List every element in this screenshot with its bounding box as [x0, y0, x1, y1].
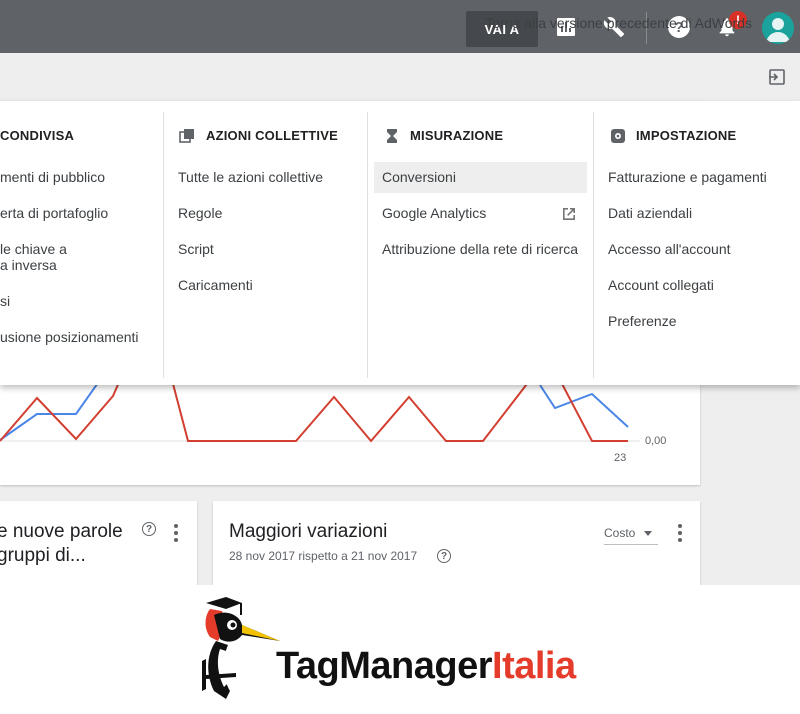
settings-gear-icon [610, 128, 626, 144]
brand-logo-part1: TagManager [276, 645, 493, 687]
brand-logo-part2: Italia [492, 645, 576, 687]
menu-item-pubblico[interactable]: menti di pubblico [0, 169, 105, 185]
account-avatar[interactable] [762, 12, 794, 44]
chart-series-blue [0, 380, 101, 441]
menu-item-attribuzione[interactable]: Attribuzione della rete di ricerca [382, 241, 578, 257]
menu-item-fatturazione[interactable]: Fatturazione e pagamenti [608, 169, 767, 185]
menu-column-divider [367, 112, 368, 378]
chart-y-axis-label: 0,00 [645, 435, 667, 447]
keywords-card-more-icon[interactable] [173, 524, 179, 542]
menu-item-account-collegati[interactable]: Account collegati [608, 277, 714, 293]
changes-card-more-icon[interactable] [677, 524, 683, 542]
menu-item-tutte-azioni[interactable]: Tutte le azioni collettive [178, 169, 323, 185]
keywords-help-icon[interactable]: ? [142, 522, 156, 536]
menu-item-caricamenti[interactable]: Caricamenti [178, 277, 253, 293]
metric-dropdown[interactable]: Costo [604, 526, 658, 545]
menu-column-divider [593, 112, 594, 378]
menu-column-divider [163, 112, 164, 378]
sub-bar [0, 53, 800, 101]
menu-item-google-analytics[interactable]: Google Analytics [382, 205, 486, 221]
menu-item-esclusione-posizionamenti[interactable]: usione posizionamenti [0, 329, 139, 345]
performance-chart [0, 380, 640, 443]
menu-item-dati-aziendali[interactable]: Dati aziendali [608, 205, 692, 221]
keywords-card-title-line2: gruppi di... [0, 545, 86, 566]
changes-card-title: Maggiori variazioni [229, 521, 388, 542]
chart-series-blue-right [539, 384, 629, 428]
keywords-card-title: e nuove parole gruppi di... [0, 520, 132, 568]
menu-heading-azioni-collettive: AZIONI COLLETTIVE [206, 128, 338, 143]
copy-stack-icon [179, 128, 195, 144]
menu-heading-misurazione: MISURAZIONE [410, 128, 504, 143]
exit-icon[interactable] [768, 68, 786, 86]
menu-item-regole[interactable]: Regole [178, 205, 222, 221]
menu-item-preferenze[interactable]: Preferenze [608, 313, 676, 329]
menu-heading-condivisa: CONDIVISA [0, 128, 75, 143]
woodpecker-mascot-icon [202, 597, 280, 699]
menu-item-parole-chiave-line2[interactable]: a inversa [0, 257, 57, 273]
menu-item-si[interactable]: si [0, 293, 10, 309]
menu-item-accesso-account[interactable]: Accesso all'account [608, 241, 731, 257]
changes-card-date-range: 28 nov 2017 rispetto a 21 nov 2017 [229, 549, 418, 563]
open-in-new-icon[interactable] [561, 206, 577, 222]
menu-heading-impostazione: IMPOSTAZIONE [636, 128, 737, 143]
menu-item-script[interactable]: Script [178, 241, 214, 257]
menu-item-portafoglio[interactable]: erta di portafoglio [0, 205, 108, 221]
hourglass-icon [384, 128, 400, 144]
changes-help-icon[interactable]: ? [437, 549, 451, 563]
menu-item-parole-chiave[interactable]: le chiave a [0, 241, 67, 257]
brand-logo-text: TagManagerItalia [276, 645, 576, 688]
chart-x-axis-label: 23 [614, 452, 627, 464]
previous-version-link[interactable]: Torna alla versione precedente di AdWord… [485, 15, 752, 31]
keywords-card-title-line1: e nuove parole [0, 521, 123, 542]
menu-item-conversioni[interactable]: Conversioni [374, 162, 587, 193]
